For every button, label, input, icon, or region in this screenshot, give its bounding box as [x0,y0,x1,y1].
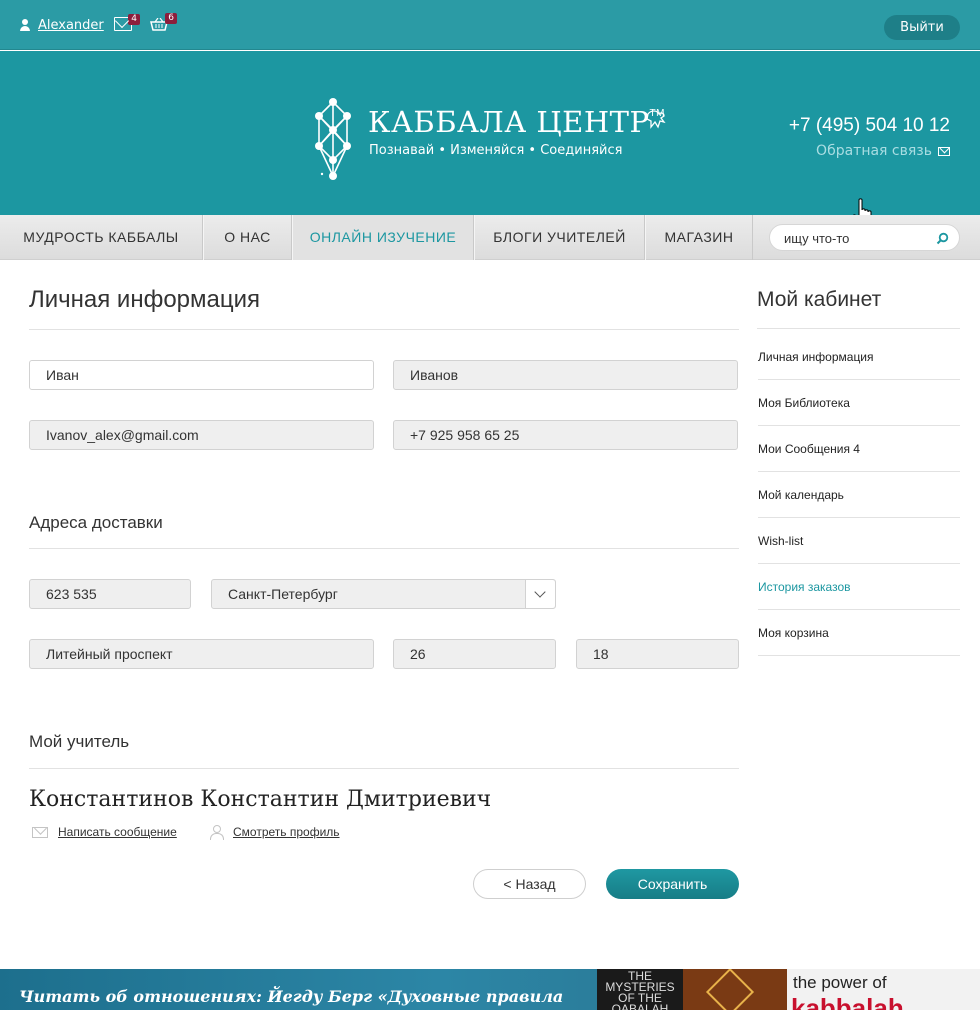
cart-icon[interactable]: 6 [150,13,177,31]
zip-field[interactable]: 623 535 [29,579,191,609]
sidebar-item-messages[interactable]: Мои Сообщения 4 [758,426,960,472]
tree-of-life-logo-icon[interactable] [308,96,358,182]
divider [757,328,960,329]
nav-item-online-study[interactable]: ОНЛАЙН ИЗУЧЕНИЕ [292,215,474,260]
tagline: Познавай • Изменяйся • Соединяйся [369,143,623,158]
book-cover-oracle[interactable] [683,969,787,1010]
nav-item-teacher-blogs[interactable]: БЛОГИ УЧИТЕЛЕЙ [474,215,645,260]
teacher-section-title: Мой учитель [29,732,130,751]
messages-badge: 4 [128,14,140,25]
view-profile-link[interactable]: Смотреть профиль [209,825,340,840]
site-header: КАББАЛА ЦЕНТРTM Познавай • Изменяйся • С… [0,51,980,229]
divider [29,548,739,549]
house-field[interactable]: 26 [393,639,556,669]
book3-line1: the power of [793,973,887,992]
sidebar-item-personal-info[interactable]: Личная информация [758,334,960,380]
book-cover-power-of-kabbalah[interactable]: the power of kabbalah [787,969,980,1010]
main-navigation: МУДРОСТЬ КАББАЛЫ О НАС ОНЛАЙН ИЗУЧЕНИЕ Б… [0,215,980,260]
sidebar-item-calendar[interactable]: Мой календарь [758,472,960,518]
feedback-link[interactable]: Обратная связь [816,143,950,159]
logo-title-text: КАББАЛА ЦЕНТР [368,105,650,139]
apartment-field[interactable]: 18 [576,639,739,669]
messages-icon[interactable]: 4 [114,14,140,31]
username[interactable]: Alexander [38,18,104,33]
page-title: Личная информация [29,286,261,313]
street-field[interactable]: Литейный проспект [29,639,374,669]
email-field[interactable]: Ivanov_alex@gmail.com [29,420,374,450]
phone-field[interactable]: +7 925 958 65 25 [393,420,738,450]
delivery-section-title: Адреса доставки [29,513,163,532]
sidebar-title: Мой кабинет [757,288,882,311]
city-select-value: Санкт-Петербург [228,586,338,602]
book-cover-mysteries[interactable]: THE MYSTERIES OF THE QABALAH [597,969,683,1010]
divider [29,329,739,330]
write-message-link[interactable]: Написать сообщение [32,825,177,839]
sidebar-item-cart[interactable]: Моя корзина [758,610,960,656]
search-input[interactable] [784,229,934,247]
last-name-field[interactable]: Иванов [393,360,738,390]
envelope-icon [938,146,950,156]
lion-emblem-icon [646,110,666,129]
sidebar-item-library[interactable]: Моя Библиотека [758,380,960,426]
chevron-down-icon[interactable] [525,580,555,608]
search-box [769,224,960,251]
book3-line2: kabbalah [791,993,904,1010]
user-profile-link[interactable]: Alexander [19,18,104,33]
nav-item-shop[interactable]: МАГАЗИН [645,215,753,260]
nav-item-about[interactable]: О НАС [203,215,292,260]
sidebar-item-order-history[interactable]: История заказов [758,564,960,610]
nav-item-wisdom[interactable]: МУДРОСТЬ КАББАЛЫ [0,215,203,260]
logout-button[interactable]: Выйти [884,15,960,40]
city-select[interactable]: Санкт-Петербург [211,579,556,609]
logo-title[interactable]: КАББАЛА ЦЕНТРTM [368,105,665,139]
feedback-label[interactable]: Обратная связь [816,143,932,159]
header-phone: +7 (495) 504 10 12 [788,115,950,136]
first-name-field[interactable]: Иван [29,360,374,390]
back-button[interactable]: < Назад [473,869,586,899]
envelope-icon [32,826,48,838]
save-button[interactable]: Сохранить [606,869,739,899]
divider [29,768,739,769]
write-message-label[interactable]: Написать сообщение [58,825,177,839]
top-bar: Alexander 4 6 Выйти [0,0,980,50]
person-icon [209,825,224,840]
view-profile-label[interactable]: Смотреть профиль [233,825,340,839]
promo-banner[interactable]: Читать об отношениях: Йегду Берг «Духовн… [0,969,980,1010]
banner-text: Читать об отношениях: Йегду Берг «Духовн… [19,987,564,1006]
search-icon[interactable] [936,232,949,245]
sidebar-item-wishlist[interactable]: Wish-list [758,518,960,564]
user-icon [19,19,32,32]
cart-badge: 6 [165,13,177,24]
teacher-name: Константинов Константин Дмитриевич [29,787,492,812]
